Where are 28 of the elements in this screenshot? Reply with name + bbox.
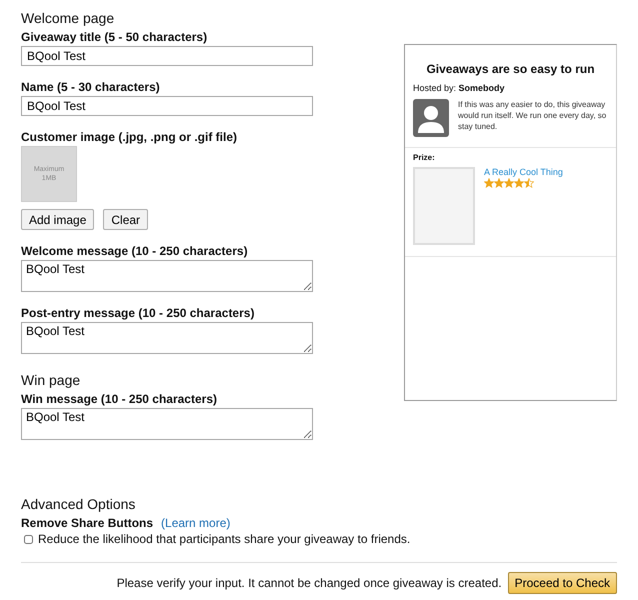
prize-label: Prize: — [413, 153, 436, 162]
checkbox[interactable] — [24, 534, 33, 544]
field-label: Post-entry message (10 - 250 characters) — [21, 306, 256, 320]
section-heading: Welcome page — [21, 10, 116, 26]
section-heading: Advanced Options — [21, 496, 136, 512]
preview-message: If this was any easier to do, this giveaway would run itself. We run one every day, so stay tuned. — [458, 99, 608, 133]
learn-more-link[interactable]: (Learn more) — [161, 516, 230, 530]
hosted-by-text: Hosted by: Somebody — [413, 83, 506, 93]
field-label: Win message (10 - 250 characters) — [21, 392, 218, 406]
checkbox-label: Reduce the likelihood that participants share your giveaway to friends. — [38, 532, 410, 546]
avatar-icon — [413, 99, 449, 137]
input-field[interactable]: BQool Test — [21, 46, 313, 66]
field-label: Name (5 - 30 characters) — [21, 80, 161, 94]
image-button[interactable]: Clear — [103, 209, 148, 230]
text-area[interactable]: BQool Test — [21, 322, 313, 354]
prize-link[interactable]: A Really Cool Thing — [484, 167, 563, 177]
text-area[interactable]: BQool Test — [21, 260, 313, 292]
option-label: Remove Share Buttons — [21, 516, 154, 530]
preview-title: Giveaways are so easy to run — [425, 62, 596, 76]
notice-text: Please verify your input. It cannot be changed once giveaway is created. — [116, 576, 502, 590]
field-label: Customer image (.jpg, .png or .gif file) — [21, 130, 238, 144]
section-heading: Win page — [21, 372, 82, 388]
input-field[interactable]: BQool Test — [21, 96, 313, 116]
proceed-button[interactable]: Proceed to Check — [508, 572, 617, 594]
text-area[interactable]: BQool Test — [21, 408, 313, 440]
field-label: Welcome message (10 - 250 characters) — [21, 244, 249, 258]
image-button[interactable]: Add image — [21, 209, 94, 230]
field-label: Giveaway title (5 - 50 characters) — [21, 30, 208, 44]
